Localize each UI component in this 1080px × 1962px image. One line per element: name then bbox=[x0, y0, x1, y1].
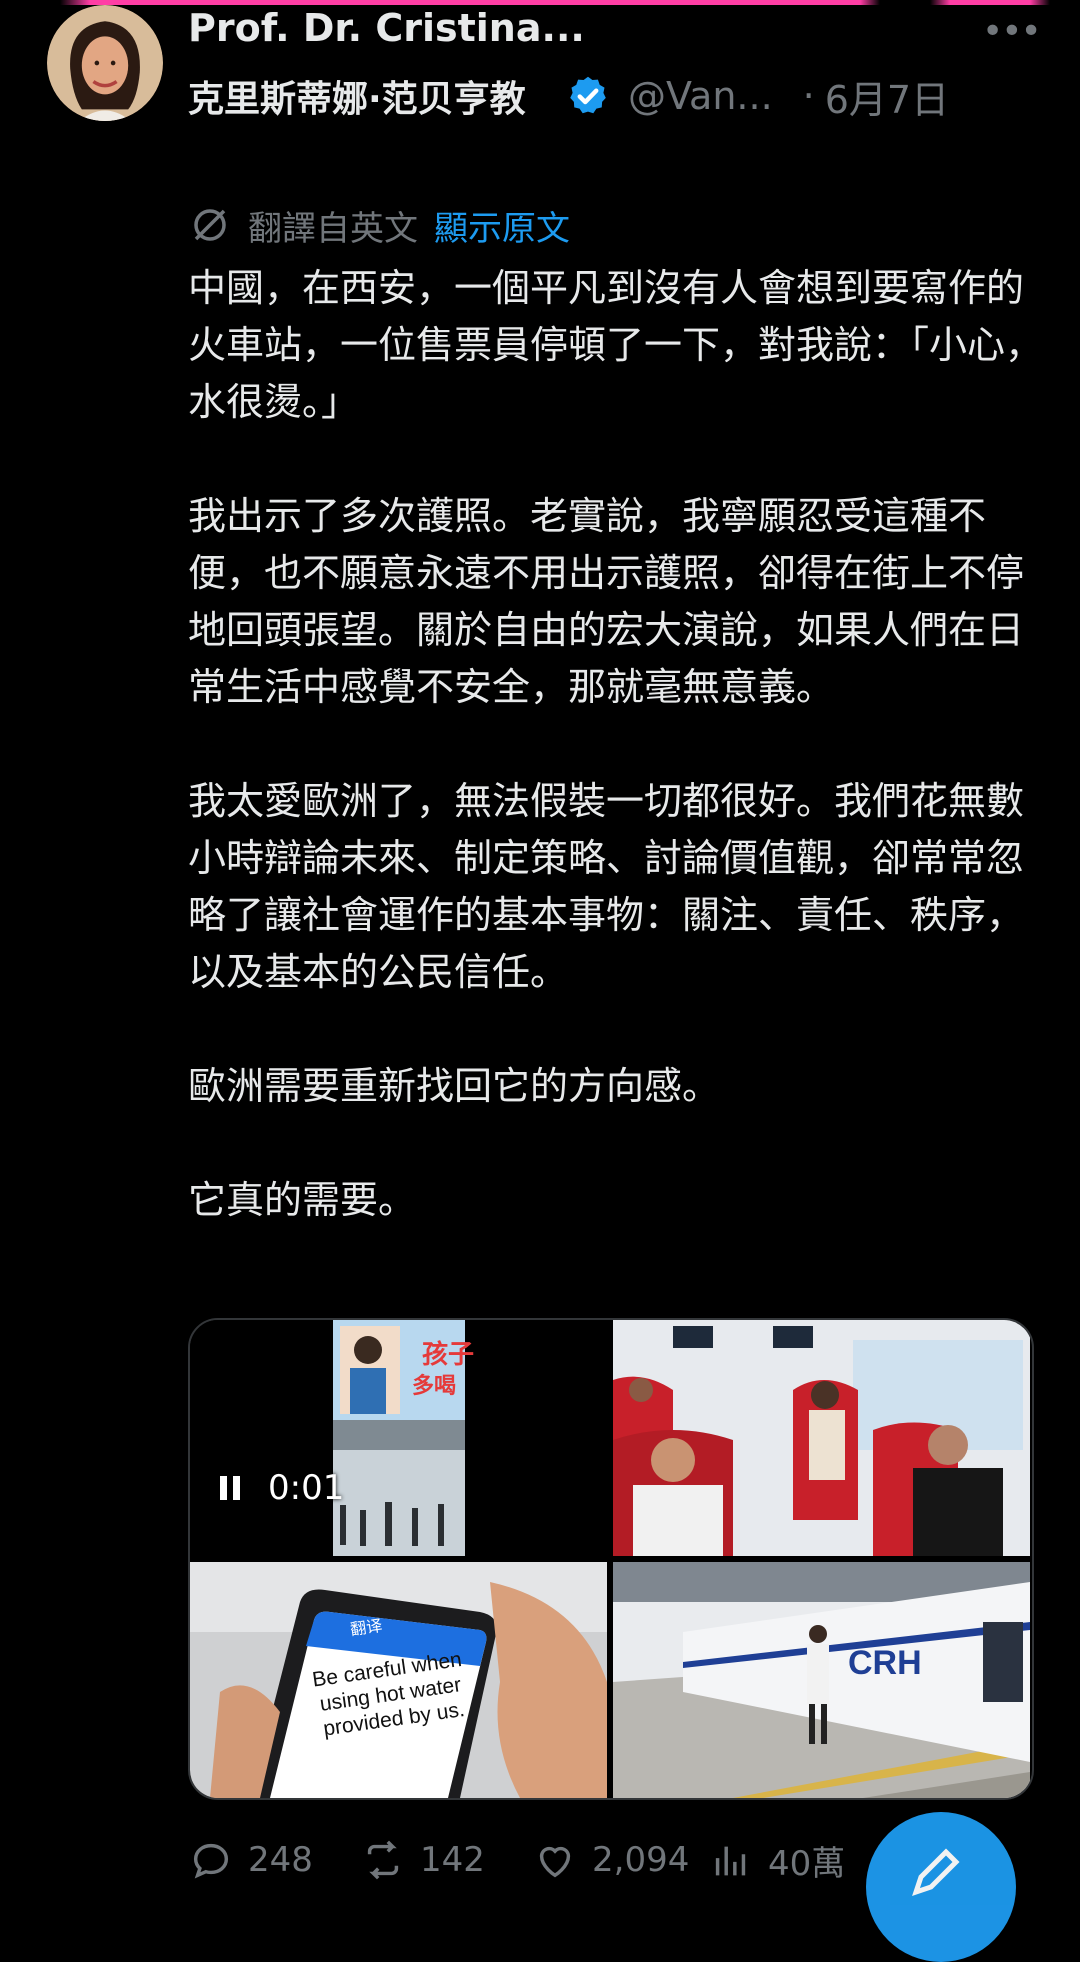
post-paragraph: 中國，在西安，一個平凡到沒有人會想到要寫作的火車站，一位售票員停頓了一下，對我說… bbox=[188, 266, 1044, 424]
video-timestamp: 0:01 bbox=[268, 1468, 345, 1508]
reply-count: 248 bbox=[248, 1840, 313, 1880]
views-count: 40萬 bbox=[768, 1843, 846, 1884]
translate-icon bbox=[194, 209, 226, 241]
verified-badge-icon[interactable] bbox=[566, 74, 610, 118]
avatar-photo bbox=[47, 5, 163, 121]
pause-icon[interactable] bbox=[220, 1476, 242, 1500]
media-photo-train-interior[interactable] bbox=[613, 1320, 1030, 1556]
video-controls: 0:01 bbox=[220, 1468, 344, 1508]
heart-icon bbox=[539, 1846, 571, 1878]
post-body: 中國，在西安，一個平凡到沒有人會想到要寫作的火車站，一位售票員停頓了一下，對我說… bbox=[188, 260, 1048, 1286]
retweet-button[interactable]: 142 bbox=[360, 1837, 532, 1883]
views-chart-icon bbox=[715, 1846, 746, 1876]
post-paragraph: 歐洲需要重新找回它的方向感。 bbox=[188, 1064, 721, 1108]
post-paragraph: 它真的需要。 bbox=[188, 1178, 417, 1222]
retweet-count: 142 bbox=[420, 1840, 485, 1880]
floating-compose-button[interactable] bbox=[866, 1812, 1016, 1962]
train-platform-image bbox=[613, 1562, 1030, 1798]
train-logo-text: CRH bbox=[848, 1644, 922, 1682]
author-meta-row: 克里斯蒂娜·范贝亨教 @Van... · 6月7日 bbox=[188, 68, 949, 124]
show-original-link[interactable]: 顯示原文 bbox=[434, 201, 570, 250]
more-options-icon[interactable]: ••• bbox=[982, 12, 1042, 52]
top-accent-bar bbox=[0, 0, 1080, 5]
separator-dot: · bbox=[802, 74, 815, 118]
train-interior-image bbox=[613, 1320, 1030, 1556]
poster-text: 多喝 bbox=[412, 1374, 457, 1399]
translated-from-label: 翻譯自英文 bbox=[248, 208, 418, 249]
translation-row: 翻譯自英文 顯示原文 bbox=[190, 200, 570, 250]
avatar[interactable] bbox=[47, 5, 163, 121]
media-photo-phone[interactable]: 翻译 Be careful when using hot water provi… bbox=[190, 1562, 607, 1798]
like-button[interactable]: 2,094 bbox=[532, 1837, 708, 1883]
author-cn-name[interactable]: 克里斯蒂娜·范贝亨教 bbox=[188, 70, 558, 122]
video-frame bbox=[190, 1320, 607, 1556]
reply-button[interactable]: 248 bbox=[188, 1837, 360, 1883]
compose-icon bbox=[912, 1848, 960, 1896]
like-count: 2,094 bbox=[592, 1840, 690, 1880]
retweet-icon bbox=[367, 1840, 399, 1880]
reply-icon bbox=[193, 1843, 229, 1879]
author-name[interactable]: Prof. Dr. Cristina... bbox=[188, 6, 585, 50]
author-handle[interactable]: @Van... bbox=[628, 74, 773, 118]
post-paragraph: 我出示了多次護照。老實說，我寧願忍受這種不便，也不願意永遠不用出示護照，卻得在街… bbox=[188, 494, 1025, 709]
phone-app-title: 翻译 bbox=[349, 1615, 384, 1640]
video-player[interactable]: 孩子 多喝 0:01 bbox=[190, 1320, 607, 1556]
post-paragraph: 我太愛歐洲了，無法假裝一切都很好。我們花無數小時辯論未來、制定策略、討論價值觀，… bbox=[188, 779, 1025, 994]
poster-text: 孩子 bbox=[422, 1340, 475, 1370]
media-grid: 孩子 多喝 0:01 翻译 Be careful when using hot … bbox=[188, 1318, 1034, 1800]
post-date[interactable]: 6月7日 bbox=[825, 69, 949, 124]
media-photo-train-platform[interactable]: CRH bbox=[613, 1562, 1030, 1798]
